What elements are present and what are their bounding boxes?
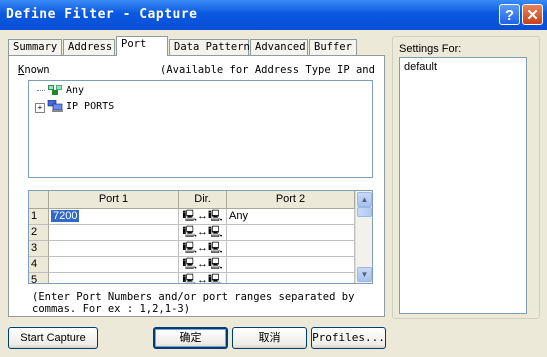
col-header-port2[interactable]: Port 2 — [227, 191, 355, 209]
port2-cell[interactable] — [227, 273, 355, 283]
scroll-thumb[interactable] — [357, 207, 372, 217]
table-row: 3 🖳↔🖳 — [29, 241, 355, 257]
port1-cell[interactable] — [49, 257, 179, 273]
tree-expander[interactable]: + — [35, 103, 45, 113]
profiles-button[interactable]: Profiles... — [311, 327, 386, 349]
grid-scrollbar[interactable]: ▲ ▼ — [355, 191, 372, 283]
known-label: Known — [18, 64, 50, 76]
network-icon — [48, 85, 62, 95]
dialog-window: Define Filter - Capture ? ✕ Summary Addr… — [0, 0, 547, 357]
help-button[interactable]: ? — [499, 4, 520, 25]
direction-toggle[interactable]: 🖳↔🖳 — [179, 209, 227, 225]
tab-data-pattern[interactable]: Data Pattern — [169, 39, 250, 55]
direction-toggle[interactable]: 🖳↔🖳 — [179, 241, 227, 257]
row-number: 3 — [29, 241, 49, 257]
settings-list[interactable]: default — [399, 57, 527, 314]
port2-cell[interactable]: Any — [227, 209, 355, 225]
row-number: 2 — [29, 225, 49, 241]
port2-cell[interactable] — [227, 225, 355, 241]
tree-item-any[interactable]: Any — [37, 84, 84, 96]
tab-summary[interactable]: Summary — [8, 39, 62, 55]
direction-toggle[interactable]: 🖳↔🖳 — [179, 257, 227, 273]
row-number: 1 — [29, 209, 49, 225]
start-capture-button[interactable]: Start Capture — [8, 327, 98, 349]
title-bar: Define Filter - Capture ? ✕ — [0, 0, 547, 30]
port2-cell[interactable] — [227, 257, 355, 273]
port1-value[interactable]: 7200 — [51, 210, 80, 222]
row-number: 4 — [29, 257, 49, 273]
tree-item-ip-ports[interactable]: IP PORTS — [47, 100, 114, 112]
known-ports-tree[interactable]: Any + IP PORTS — [28, 80, 373, 178]
port-grid: Port 1 Dir. Port 2 1 7200 🖳↔🖳 Any 2 🖳↔🖳 … — [28, 190, 373, 284]
port1-cell[interactable] — [49, 273, 179, 283]
tab-port[interactable]: Port — [116, 36, 168, 56]
row-number: 5 — [29, 273, 49, 283]
window-title: Define Filter - Capture — [6, 7, 198, 22]
list-item[interactable]: default — [404, 61, 437, 73]
computers-icon — [47, 100, 63, 112]
ok-button[interactable]: 确定 — [153, 327, 228, 349]
cancel-button[interactable]: 取消 — [232, 327, 307, 349]
col-header-dir[interactable]: Dir. — [179, 191, 227, 209]
grid-corner — [29, 191, 49, 209]
port1-cell[interactable]: 7200 — [49, 209, 179, 225]
port-entry-hint: (Enter Port Numbers and/or port ranges s… — [32, 291, 355, 315]
settings-label: Settings For: — [399, 43, 462, 55]
col-header-port1[interactable]: Port 1 — [49, 191, 179, 209]
tab-advanced[interactable]: Advanced — [250, 39, 308, 55]
port1-cell[interactable] — [49, 225, 179, 241]
availability-note: (Available for Address Type IP and — [160, 64, 375, 76]
scroll-up-icon[interactable]: ▲ — [357, 192, 372, 207]
direction-toggle[interactable]: 🖳↔🖳 — [179, 225, 227, 241]
tab-address[interactable]: Address — [63, 39, 115, 55]
port1-cell[interactable] — [49, 241, 179, 257]
table-row: 4 🖳↔🖳 — [29, 257, 355, 273]
table-row: 5 🖳↔🖳 — [29, 273, 355, 283]
table-row: 2 🖳↔🖳 — [29, 225, 355, 241]
scroll-down-icon[interactable]: ▼ — [357, 267, 372, 282]
tab-buffer[interactable]: Buffer — [309, 39, 357, 55]
port2-cell[interactable] — [227, 241, 355, 257]
direction-toggle[interactable]: 🖳↔🖳 — [179, 273, 227, 283]
close-button[interactable]: ✕ — [522, 4, 543, 25]
table-row: 1 7200 🖳↔🖳 Any — [29, 209, 355, 225]
